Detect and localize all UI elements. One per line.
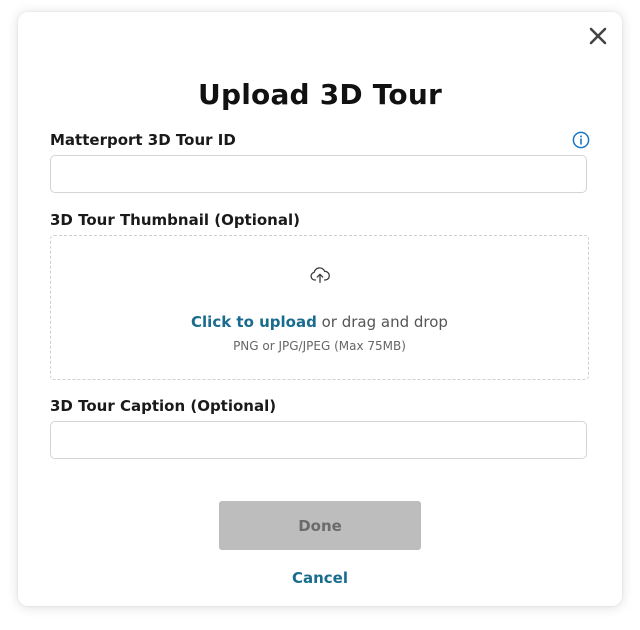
tour-id-label: Matterport 3D Tour ID [50,131,236,149]
cancel-button[interactable]: Cancel [18,569,622,587]
tour-id-info-button[interactable] [572,131,590,149]
click-to-upload-link[interactable]: Click to upload [191,313,317,331]
page-backdrop: Upload 3D Tour Matterport 3D Tour ID 3D … [0,0,640,630]
info-icon [572,131,590,149]
dialog-title: Upload 3D Tour [198,78,442,111]
close-button[interactable] [586,24,610,48]
caption-label: 3D Tour Caption (Optional) [50,397,277,415]
close-icon [589,27,607,45]
tour-id-input[interactable] [50,155,587,193]
thumbnail-dropzone[interactable]: Click to upload or drag and drop PNG or … [50,235,589,380]
caption-input[interactable] [50,421,587,459]
thumbnail-label: 3D Tour Thumbnail (Optional) [50,211,300,229]
cloud-upload-icon [310,267,330,283]
dropzone-instructions: Click to upload or drag and drop [51,313,588,331]
done-button[interactable]: Done [219,501,421,550]
file-type-hint: PNG or JPG/JPEG (Max 75MB) [233,339,406,353]
upload-3d-tour-dialog: Upload 3D Tour Matterport 3D Tour ID 3D … [18,12,622,606]
drag-and-drop-text: or drag and drop [316,313,448,331]
